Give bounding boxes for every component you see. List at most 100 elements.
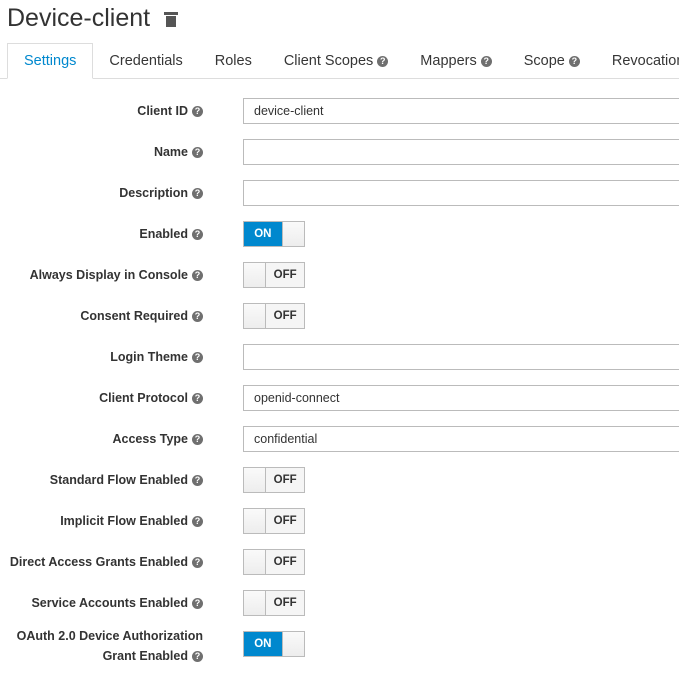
- field-label: Login Theme?: [110, 344, 203, 370]
- toggle-state: ON: [244, 632, 282, 656]
- label-text: Service Accounts Enabled: [31, 596, 188, 610]
- form-row-direct-access: Direct Access Grants Enabled? OFF: [0, 549, 679, 575]
- toggle-knob: [281, 222, 304, 246]
- trash-icon[interactable]: [164, 10, 179, 27]
- label-text: Description: [119, 186, 188, 200]
- field-label: Name?: [154, 139, 203, 165]
- label-text: Standard Flow Enabled: [49, 473, 188, 487]
- field-label: Consent Required?: [80, 303, 203, 329]
- field-label: Client Protocol?: [99, 385, 203, 411]
- label-line: OAuth 2.0 Device Authorization: [16, 629, 203, 643]
- tab-label: Scope: [523, 53, 565, 69]
- tab-label: Revocation: [611, 53, 679, 69]
- label-line-2: Grant Enabled?: [103, 646, 203, 666]
- field-label: Always Display in Console?: [30, 262, 203, 288]
- toggle-state: OFF: [266, 591, 304, 615]
- help-icon[interactable]: ?: [192, 269, 203, 281]
- field-label: Description?: [119, 180, 203, 206]
- help-icon[interactable]: ?: [192, 597, 203, 609]
- help-icon[interactable]: ?: [192, 351, 203, 363]
- toggle-knob: [244, 304, 267, 328]
- help-icon[interactable]: ?: [192, 433, 203, 445]
- toggle-knob: [244, 550, 267, 574]
- tab-settings[interactable]: Settings: [7, 43, 94, 79]
- toggle-state: ON: [244, 222, 282, 246]
- login-theme-input[interactable]: [243, 344, 679, 370]
- name-input[interactable]: [243, 139, 679, 165]
- help-icon[interactable]: ?: [192, 392, 203, 404]
- help-icon[interactable]: ?: [192, 146, 203, 158]
- tab-label: Client Scopes: [283, 53, 374, 69]
- field-label: Access Type?: [112, 426, 203, 452]
- form-row-description: Description?: [0, 180, 679, 206]
- label-text: Implicit Flow Enabled: [60, 514, 188, 528]
- label-text: Consent Required: [80, 309, 188, 323]
- device-grant-toggle[interactable]: ON: [243, 631, 305, 657]
- help-icon[interactable]: ?: [192, 105, 203, 117]
- toggle-state: OFF: [266, 468, 304, 492]
- help-icon[interactable]: ?: [480, 55, 492, 67]
- help-icon[interactable]: ?: [192, 650, 203, 662]
- toggle-state: OFF: [266, 263, 304, 287]
- toggle-knob: [244, 509, 267, 533]
- form-row-consent-required: Consent Required? OFF: [0, 303, 679, 329]
- label-text: Enabled: [139, 227, 188, 241]
- page-title: Device-client: [7, 4, 179, 33]
- client-name: Device-client: [7, 4, 151, 32]
- tab-mappers[interactable]: Mappers?: [404, 43, 507, 79]
- label-text: Client ID: [137, 104, 188, 118]
- form-row-client-protocol: Client Protocol?: [0, 385, 679, 411]
- tab-client-scopes[interactable]: Client Scopes?: [268, 43, 404, 79]
- field-label: Implicit Flow Enabled?: [60, 508, 203, 534]
- toggle-state: OFF: [266, 304, 304, 328]
- help-icon[interactable]: ?: [192, 187, 203, 199]
- help-icon[interactable]: ?: [568, 55, 580, 67]
- label-text: Always Display in Console: [29, 268, 188, 282]
- label-text: Grant Enabled: [102, 649, 188, 663]
- help-icon[interactable]: ?: [192, 556, 203, 568]
- help-icon[interactable]: ?: [192, 515, 203, 527]
- always-display-toggle[interactable]: OFF: [243, 262, 305, 288]
- toggle-state: OFF: [266, 550, 304, 574]
- label-text: Login Theme: [110, 350, 188, 364]
- form-row-standard-flow: Standard Flow Enabled? OFF: [0, 467, 679, 493]
- help-icon[interactable]: ?: [377, 55, 389, 67]
- form-row-access-type: Access Type?: [0, 426, 679, 452]
- form-row-login-theme: Login Theme?: [0, 344, 679, 370]
- form-row-enabled: Enabled? ON: [0, 221, 679, 247]
- form-row-client-id: Client ID?: [0, 98, 679, 124]
- client-id-input[interactable]: [243, 98, 679, 124]
- tab-scope[interactable]: Scope?: [508, 43, 596, 79]
- help-icon[interactable]: ?: [192, 310, 203, 322]
- field-label: Client ID?: [137, 98, 203, 124]
- form-row-implicit-flow: Implicit Flow Enabled? OFF: [0, 508, 679, 534]
- label-text: Client Protocol: [99, 391, 188, 405]
- label-text: Access Type: [112, 432, 188, 446]
- implicit-flow-toggle[interactable]: OFF: [243, 508, 305, 534]
- client-protocol-input[interactable]: [243, 385, 679, 411]
- consent-required-toggle[interactable]: OFF: [243, 303, 305, 329]
- help-icon[interactable]: ?: [192, 228, 203, 240]
- tab-roles[interactable]: Roles: [199, 43, 268, 79]
- field-label: Direct Access Grants Enabled?: [10, 549, 203, 575]
- tab-label: Mappers: [420, 53, 477, 69]
- service-accounts-toggle[interactable]: OFF: [243, 590, 305, 616]
- toggle-knob: [244, 263, 267, 287]
- direct-access-toggle[interactable]: OFF: [243, 549, 305, 575]
- toggle-knob: [244, 591, 267, 615]
- tab-bar: Settings Credentials Roles Client Scopes? Ma…: [0, 43, 679, 79]
- help-icon[interactable]: ?: [192, 474, 203, 486]
- standard-flow-toggle[interactable]: OFF: [243, 467, 305, 493]
- field-label: Service Accounts Enabled?: [31, 590, 203, 616]
- access-type-input[interactable]: [243, 426, 679, 452]
- tab-revocation[interactable]: Revocation: [596, 43, 679, 79]
- field-label: Standard Flow Enabled?: [50, 467, 203, 493]
- tab-credentials[interactable]: Credentials: [93, 43, 198, 79]
- description-input[interactable]: [243, 180, 679, 206]
- enabled-toggle[interactable]: ON: [243, 221, 305, 247]
- form-row-always-display: Always Display in Console? OFF: [0, 262, 679, 288]
- field-label: OAuth 2.0 Device Authorization Grant Enab…: [17, 626, 203, 666]
- form-row-service-accounts: Service Accounts Enabled? OFF: [0, 590, 679, 616]
- toggle-knob: [244, 468, 267, 492]
- form-row-device-grant: OAuth 2.0 Device Authorization Grant Enab…: [0, 629, 679, 663]
